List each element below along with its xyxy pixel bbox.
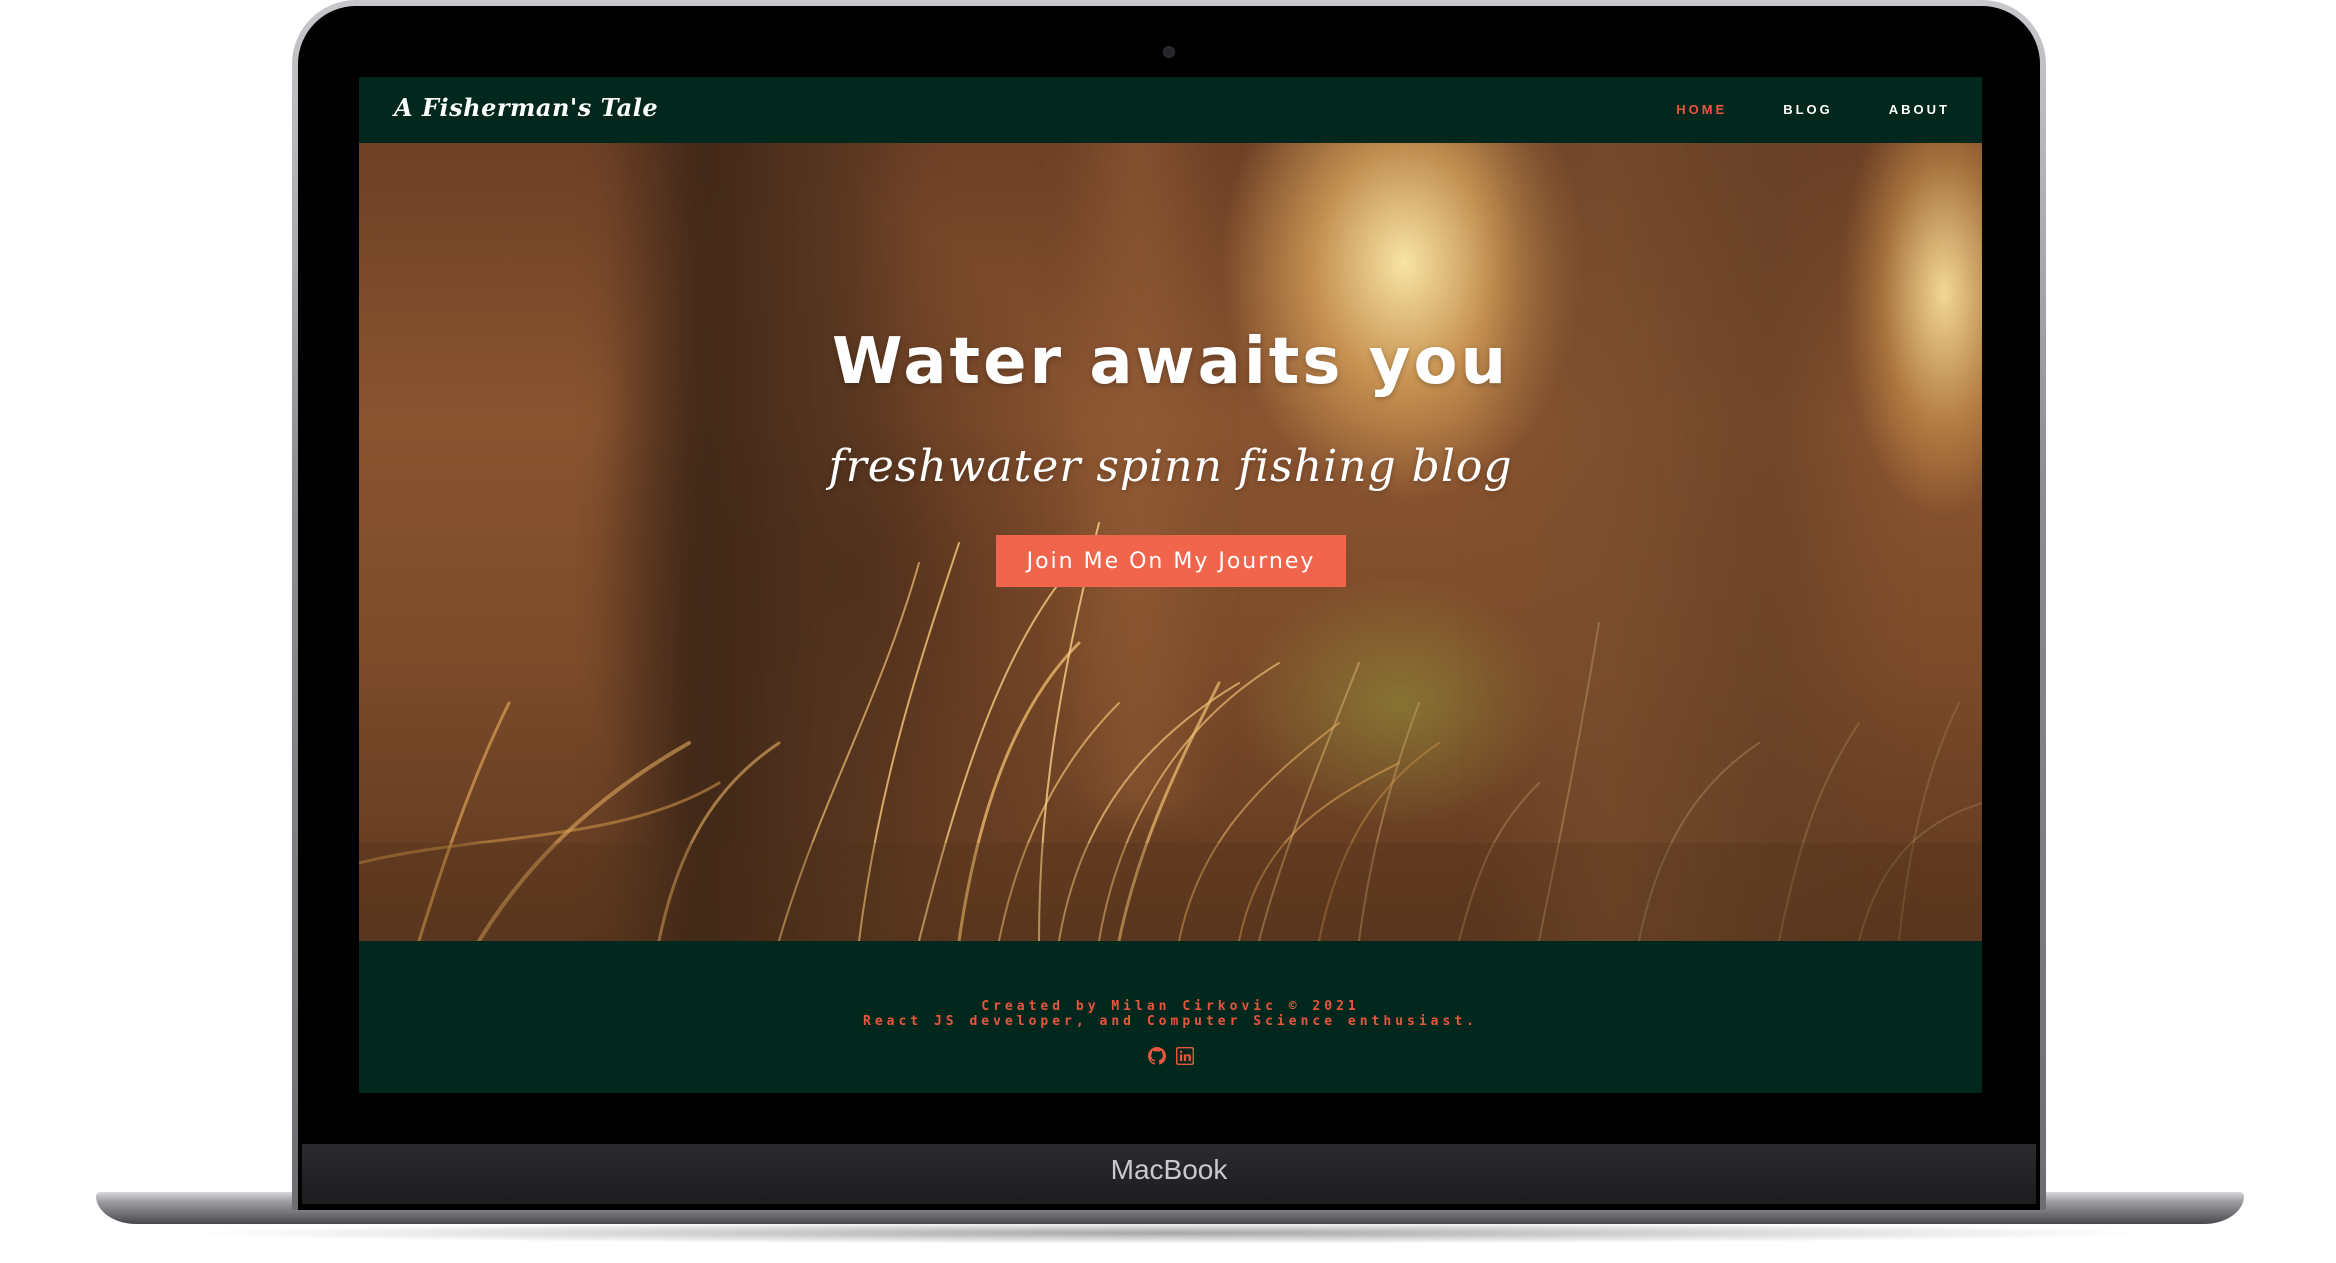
linkedin-icon[interactable]	[1175, 1047, 1194, 1065]
nav-home[interactable]: HOME	[1676, 102, 1727, 117]
nav-blog[interactable]: BLOG	[1783, 102, 1833, 117]
github-icon[interactable]	[1147, 1047, 1166, 1065]
social-links	[359, 1047, 1982, 1065]
site-brand[interactable]: A Fisherman's Tale	[394, 93, 658, 122]
hero-title: Water awaits you	[832, 325, 1509, 399]
hero-subtitle: freshwater spinn fishing blog	[828, 441, 1513, 492]
nav-about[interactable]: ABOUT	[1889, 102, 1950, 117]
laptop-mockup: MacBook A Fisherman's Tale HOME BLOG ABO…	[0, 0, 2336, 1263]
hero-section: Water awaits you freshwater spinn fishin…	[359, 143, 1982, 941]
laptop-shadow	[180, 1222, 2160, 1244]
camera-icon	[1163, 46, 1175, 58]
footer-tagline: React JS developer, and Computer Science…	[863, 1014, 1478, 1029]
footer: Created by Milan Cirkovic © 2021 React J…	[359, 941, 1982, 1093]
join-journey-button[interactable]: Join Me On My Journey	[996, 535, 1346, 587]
laptop-chin: MacBook	[302, 1144, 2036, 1204]
website-screen: A Fisherman's Tale HOME BLOG ABOUT Water…	[359, 77, 1982, 1093]
nav-links: HOME BLOG ABOUT	[1676, 102, 1950, 117]
footer-credits: Created by Milan Cirkovic © 2021	[981, 999, 1360, 1014]
hero-content: Water awaits you freshwater spinn fishin…	[359, 143, 1982, 941]
navbar: A Fisherman's Tale HOME BLOG ABOUT	[359, 77, 1982, 143]
device-brand-label: MacBook	[1110, 1154, 1228, 1185]
